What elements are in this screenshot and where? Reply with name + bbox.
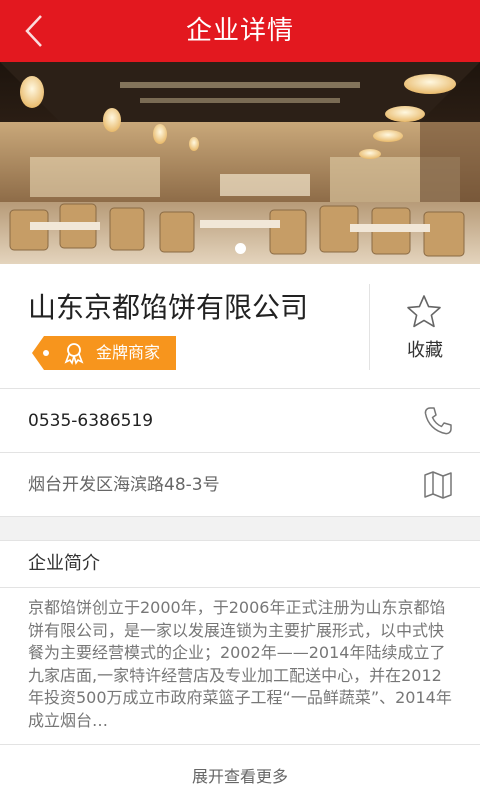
phone-number: 0535-6386519 bbox=[28, 411, 154, 431]
badge-label: 金牌商家 bbox=[96, 343, 161, 362]
intro-body: 京都馅饼创立于2000年，于2006年正式注册为山东京都馅饼有限公司，是一家以发… bbox=[28, 598, 452, 730]
company-name: 山东京都馅饼有限公司 bbox=[28, 291, 309, 324]
favorite-button[interactable]: 收藏 bbox=[370, 264, 480, 389]
star-outline-icon bbox=[407, 295, 441, 328]
chevron-left-icon bbox=[25, 15, 42, 47]
address-text: 烟台开发区海滨路48-3号 bbox=[28, 475, 220, 495]
title-bar: 企业详情 bbox=[0, 0, 480, 62]
gold-merchant-badge: 金牌商家 bbox=[32, 336, 176, 370]
page-title: 企业详情 bbox=[185, 16, 294, 46]
back-button[interactable] bbox=[6, 0, 62, 62]
company-info: 山东京都馅饼有限公司 金牌商家 收藏 bbox=[0, 264, 480, 389]
company-intro: 企业简介 京都馅饼创立于2000年，于2006年正式注册为山东京都馅饼有限公司，… bbox=[0, 540, 480, 800]
favorite-label: 收藏 bbox=[407, 340, 443, 361]
map-icon[interactable] bbox=[422, 469, 454, 501]
phone-row[interactable]: 0535-6386519 bbox=[0, 389, 480, 453]
restaurant-interior-photo bbox=[0, 62, 480, 264]
intro-title: 企业简介 bbox=[28, 553, 100, 574]
banner-carousel[interactable] bbox=[0, 62, 480, 264]
expand-more-button[interactable]: 展开查看更多 bbox=[0, 745, 480, 800]
medal-icon bbox=[64, 343, 84, 365]
carousel-dot-active bbox=[234, 243, 246, 254]
phone-icon[interactable] bbox=[422, 405, 454, 437]
address-row[interactable]: 烟台开发区海滨路48-3号 bbox=[0, 453, 480, 517]
divider bbox=[0, 587, 480, 588]
carousel-indicator bbox=[0, 243, 480, 254]
